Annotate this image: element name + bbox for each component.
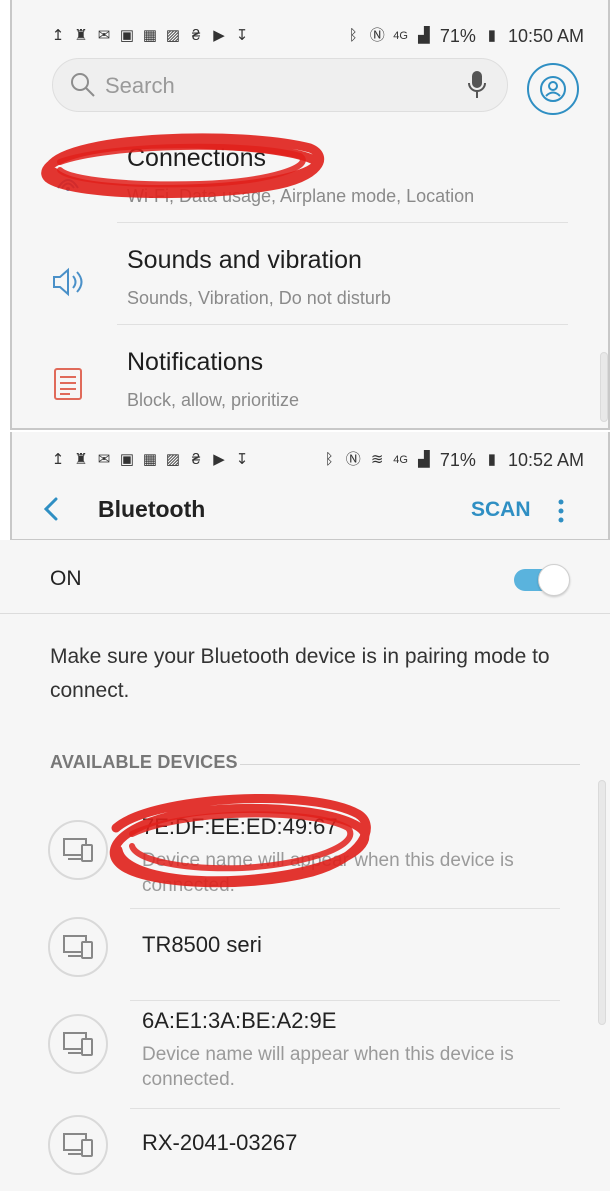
device-item[interactable]: TR8500 seri (0, 912, 610, 998)
bluetooth-icon: ᛒ (324, 451, 334, 468)
youtube-icon: ▶ (213, 27, 225, 44)
status-icons-left: ↥ ♜ ✉ ▣ ▦ ▨ ₴ ▶ ↧ (50, 452, 250, 468)
person-icon: ♜ (74, 451, 88, 468)
scan-button[interactable]: SCAN (471, 498, 531, 522)
switch-knob (538, 564, 570, 596)
device-icon (48, 1115, 108, 1175)
setting-item-connections[interactable]: Connections Wi-Fi, Data usage, Airplane … (12, 128, 608, 230)
device-name: RX-2041-03267 (142, 1130, 298, 1155)
setting-title: Sounds and vibration (127, 246, 362, 274)
mail-icon: ✉ (97, 27, 111, 44)
device-icon (48, 820, 108, 880)
back-button[interactable] (40, 496, 62, 527)
page-title: Bluetooth (98, 496, 206, 522)
section-label: AVAILABLE DEVICES (50, 752, 238, 772)
divider (130, 908, 560, 909)
network-type: 4G (393, 454, 408, 466)
setting-subtitle: Block, allow, prioritize (127, 390, 300, 410)
battery-percent: 71% (439, 25, 476, 46)
bluetooth-switch[interactable] (514, 564, 570, 596)
microphone-icon[interactable] (467, 70, 487, 105)
wifi-icon: ≋ (370, 451, 384, 468)
bluetooth-toggle-row[interactable]: ON (0, 540, 610, 614)
chevron-left-icon (43, 497, 58, 521)
more-options-button[interactable] (555, 498, 567, 529)
device-subtitle: Device name will appear when this device… (142, 850, 514, 896)
setting-title: Connections (127, 144, 266, 172)
bluetooth-content: ON Make sure your Bluetooth device is in… (0, 540, 610, 1191)
device-name: 7E:DF:EE:ED:49:67 (142, 814, 338, 839)
setting-title: Notifications (127, 348, 264, 376)
more-vert-icon (558, 499, 564, 523)
clock: 10:52 AM (507, 449, 584, 470)
device-icon (48, 1014, 108, 1074)
mail-icon: ✉ (97, 451, 111, 468)
status-icons-right: ᛒ Ⓝ ≋ 4G ▟ 71% ▮ 10:52 AM (321, 450, 584, 471)
battery-icon: ▮ (487, 451, 497, 468)
setting-subtitle: Wi-Fi, Data usage, Airplane mode, Locati… (127, 186, 475, 206)
wifi-connection-icon (50, 162, 86, 198)
divider (130, 1108, 560, 1109)
youtube-icon: ▶ (213, 451, 225, 468)
device-item[interactable]: 7E:DF:EE:ED:49:67 Device name will appea… (0, 802, 610, 912)
nfc-icon: Ⓝ (345, 451, 361, 468)
download-icon: ↧ (235, 27, 249, 44)
scrollbar[interactable] (598, 780, 606, 1025)
status-bar: ↥ ♜ ✉ ▣ ▦ ▨ ₴ ▶ ↧ ᛒ Ⓝ 4G ▟ 71% ▮ 10:50 A… (12, 18, 608, 54)
lock-icon: ₴ (191, 27, 201, 44)
person-icon: ♜ (74, 27, 88, 44)
calendar-icon: ▦ (142, 451, 158, 468)
image-icon: ▨ (165, 27, 181, 44)
calendar-icon: ▦ (142, 27, 158, 44)
section-divider (240, 764, 580, 765)
device-icon (48, 917, 108, 977)
gallery-icon: ▣ (119, 27, 135, 44)
search-icon (69, 71, 97, 104)
device-item[interactable]: 6A:E1:3A:BE:A2:9E Device name will appea… (0, 1002, 610, 1106)
nfc-icon: Ⓝ (369, 27, 385, 44)
device-subtitle: Device name will appear when this device… (142, 1044, 514, 1090)
divider (117, 222, 568, 223)
signal-icon: ▟ (418, 27, 430, 44)
status-icons-right: ᛒ Ⓝ 4G ▟ 71% ▮ 10:50 AM (345, 26, 584, 47)
signal-icon: ▟ (418, 451, 430, 468)
network-type: 4G (393, 30, 408, 42)
battery-icon: ▮ (487, 27, 497, 44)
toggle-label: ON (50, 567, 82, 590)
gallery-icon: ▣ (119, 451, 135, 468)
account-button[interactable] (527, 63, 579, 115)
download-icon: ↧ (235, 451, 249, 468)
setting-item-sounds[interactable]: Sounds and vibration Sounds, Vibration, … (12, 230, 608, 332)
bluetooth-header: ↥ ♜ ✉ ▣ ▦ ▨ ₴ ▶ ↧ ᛒ Ⓝ ≋ 4G ▟ 71% ▮ 10:52… (10, 432, 610, 540)
pairing-hint: Make sure your Bluetooth device is in pa… (50, 645, 550, 702)
status-bar: ↥ ♜ ✉ ▣ ▦ ▨ ₴ ▶ ↧ ᛒ Ⓝ ≋ 4G ▟ 71% ▮ 10:52… (12, 442, 608, 478)
status-icons-left: ↥ ♜ ✉ ▣ ▦ ▨ ₴ ▶ ↧ (50, 28, 250, 44)
upload-icon: ↥ (51, 451, 65, 468)
setting-item-notifications[interactable]: Notifications Block, allow, prioritize (12, 332, 608, 428)
bluetooth-icon: ᛒ (348, 27, 358, 44)
search-bar[interactable]: Search (52, 58, 508, 112)
divider (117, 324, 568, 325)
divider (130, 1000, 560, 1001)
notifications-icon (50, 366, 86, 402)
setting-subtitle: Sounds, Vibration, Do not disturb (127, 288, 391, 308)
speaker-icon (50, 264, 86, 300)
account-icon (540, 76, 566, 102)
device-item[interactable]: RX-2041-03267 (0, 1112, 610, 1191)
device-name: 6A:E1:3A:BE:A2:9E (142, 1008, 337, 1033)
battery-percent: 71% (439, 449, 476, 470)
device-name: TR8500 seri (142, 932, 262, 957)
upload-icon: ↥ (51, 27, 65, 44)
lock-icon: ₴ (191, 451, 201, 468)
image-icon: ▨ (165, 451, 181, 468)
search-placeholder: Search (105, 73, 175, 98)
settings-screen: ↥ ♜ ✉ ▣ ▦ ▨ ₴ ▶ ↧ ᛒ Ⓝ 4G ▟ 71% ▮ 10:50 A… (10, 0, 610, 430)
scrollbar[interactable] (600, 352, 608, 422)
clock: 10:50 AM (507, 25, 584, 46)
